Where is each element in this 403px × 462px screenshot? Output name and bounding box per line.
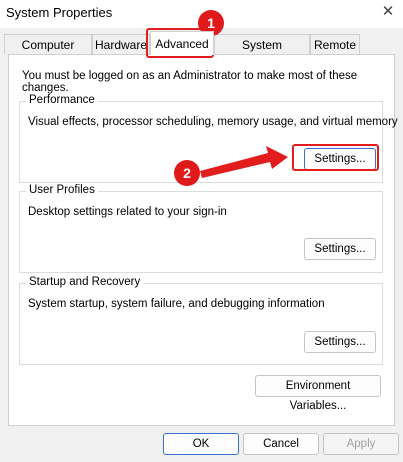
step-2-badge: 2	[174, 160, 200, 186]
tab-advanced[interactable]: Advanced	[150, 31, 214, 55]
pointer-arrow-icon	[200, 146, 288, 178]
